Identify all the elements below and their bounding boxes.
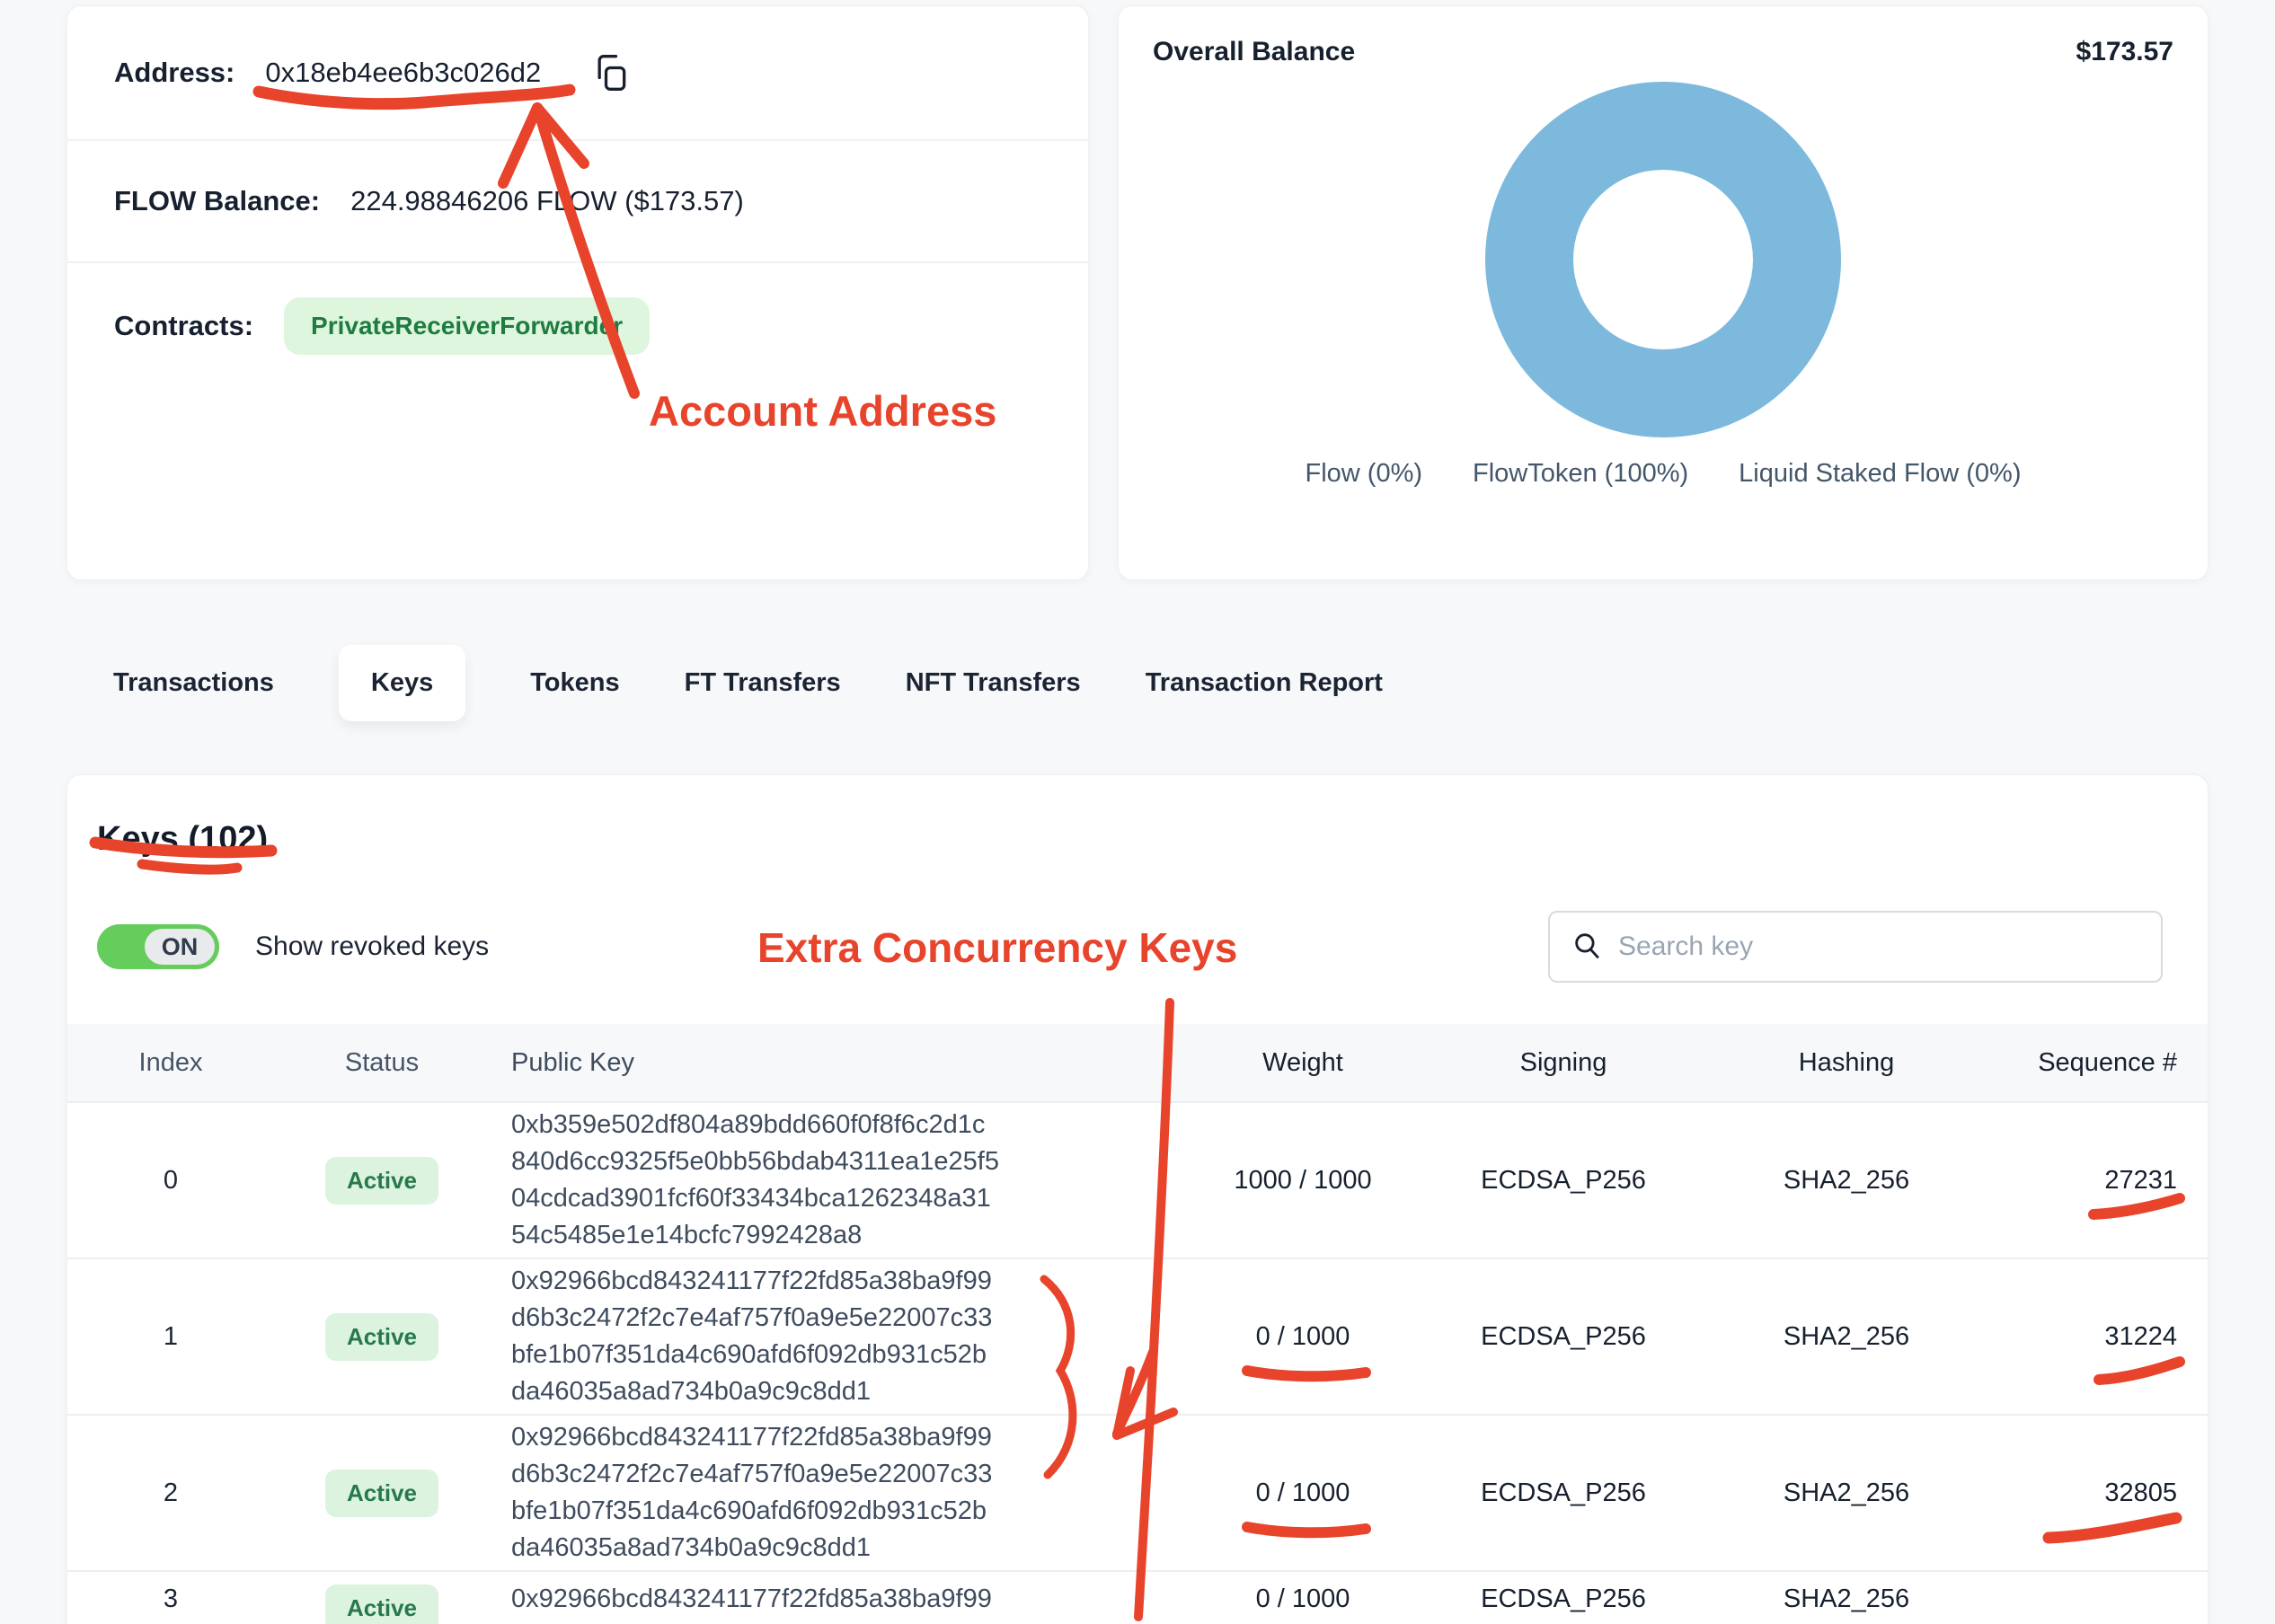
show-revoked-keys-toggle[interactable]: ON [97, 924, 219, 969]
tab-keys[interactable]: Keys [339, 645, 465, 721]
key-signing: ECDSA_P256 [1415, 1478, 1712, 1508]
table-row: 2 Active 0x92966bcd843241177f22fd85a38ba… [67, 1414, 2208, 1570]
balance-card-title: Overall Balance [1153, 37, 1355, 67]
key-sequence: 27231 [1981, 1166, 2209, 1196]
table-header-row: Index Status Public Key Weight Signing H… [67, 1024, 2208, 1101]
status-badge: Active [325, 1157, 438, 1205]
status-badge: Active [325, 1313, 438, 1361]
search-icon [1571, 930, 1602, 965]
key-hashing: SHA2_256 [1712, 1322, 1981, 1352]
overall-balance-card: Overall Balance $173.57 Flow (0%) FlowTo… [1118, 5, 2209, 580]
toggle-knob: ON [145, 929, 215, 965]
key-index: 1 [67, 1322, 274, 1352]
flow-balance-label: FLOW Balance: [114, 185, 320, 217]
legend-flow: Flow (0%) [1306, 459, 1423, 489]
col-sequence: Sequence # [1981, 1048, 2209, 1078]
keys-table: Index Status Public Key Weight Signing H… [67, 1024, 2208, 1624]
donut-legend: Flow (0%) FlowToken (100%) Liquid Staked… [1153, 459, 2173, 489]
status-badge: Active [325, 1470, 438, 1517]
tab-tokens[interactable]: Tokens [530, 668, 619, 698]
search-key-box [1548, 911, 2163, 983]
key-weight: 0 / 1000 [1191, 1584, 1415, 1614]
balance-donut-chart [1485, 82, 1841, 437]
tab-transaction-report[interactable]: Transaction Report [1146, 668, 1383, 698]
key-weight: 1000 / 1000 [1191, 1166, 1415, 1196]
col-public-key: Public Key [490, 1045, 1191, 1081]
legend-liquid-staked: Liquid Staked Flow (0%) [1739, 459, 2021, 489]
contracts-label: Contracts: [114, 310, 253, 342]
copy-icon [591, 82, 631, 95]
table-row: 0 Active 0xb359e502df804a89bdd660f0f8f6c… [67, 1101, 2208, 1258]
address-value: 0x18eb4ee6b3c026d2 [265, 57, 541, 89]
show-revoked-keys-label: Show revoked keys [255, 931, 489, 962]
tab-transactions[interactable]: Transactions [113, 668, 274, 698]
col-hashing: Hashing [1712, 1048, 1981, 1078]
tab-nft-transfers[interactable]: NFT Transfers [906, 668, 1081, 698]
table-row: 1 Active 0x92966bcd843241177f22fd85a38ba… [67, 1258, 2208, 1414]
key-signing: ECDSA_P256 [1415, 1166, 1712, 1196]
key-index: 2 [67, 1478, 274, 1508]
copy-address-button[interactable] [591, 53, 631, 93]
balance-total: $173.57 [2076, 37, 2173, 67]
legend-flowtoken: FlowToken (100%) [1473, 459, 1688, 489]
keys-panel: Keys (102) ON Show revoked keys [66, 774, 2209, 1624]
key-hashing: SHA2_256 [1712, 1166, 1981, 1196]
tab-bar: Transactions Keys Tokens FT Transfers NF… [113, 640, 2275, 726]
status-badge: Active [325, 1584, 438, 1624]
flow-balance-value: 224.98846206 FLOW ($173.57) [350, 185, 744, 217]
key-index: 0 [67, 1166, 274, 1196]
contract-badge[interactable]: PrivateReceiverForwarder [284, 297, 650, 355]
table-row: 3 Active 0x92966bcd843241177f22fd85a38ba… [67, 1570, 2208, 1624]
public-key: 0x92966bcd843241177f22fd85a38ba9f99 d6b3… [490, 1419, 1191, 1567]
key-weight: 0 / 1000 [1191, 1478, 1415, 1508]
public-key: 0x92966bcd843241177f22fd85a38ba9f99 d6b3… [490, 1581, 1191, 1624]
key-hashing: SHA2_256 [1712, 1478, 1981, 1508]
key-hashing: SHA2_256 [1712, 1584, 1981, 1614]
account-info-card: Address: 0x18eb4ee6b3c026d2 FLOW Balance… [66, 5, 1089, 580]
col-weight: Weight [1191, 1048, 1415, 1078]
col-index: Index [67, 1048, 274, 1078]
public-key: 0xb359e502df804a89bdd660f0f8f6c2d1c 840d… [490, 1107, 1191, 1254]
key-weight: 0 / 1000 [1191, 1322, 1415, 1352]
key-sequence: 31224 [1981, 1322, 2209, 1352]
tab-ft-transfers[interactable]: FT Transfers [685, 668, 841, 698]
key-index: 3 [67, 1584, 274, 1614]
col-status: Status [274, 1048, 490, 1078]
key-sequence: 32805 [1981, 1478, 2209, 1508]
col-signing: Signing [1415, 1048, 1712, 1078]
account-page: Address: 0x18eb4ee6b3c026d2 FLOW Balance… [0, 0, 2275, 1624]
key-signing: ECDSA_P256 [1415, 1322, 1712, 1352]
public-key: 0x92966bcd843241177f22fd85a38ba9f99 d6b3… [490, 1263, 1191, 1410]
keys-heading: Keys (102) [97, 820, 2208, 859]
key-signing: ECDSA_P256 [1415, 1584, 1712, 1614]
address-label: Address: [114, 57, 235, 89]
search-key-input[interactable] [1618, 931, 2139, 962]
